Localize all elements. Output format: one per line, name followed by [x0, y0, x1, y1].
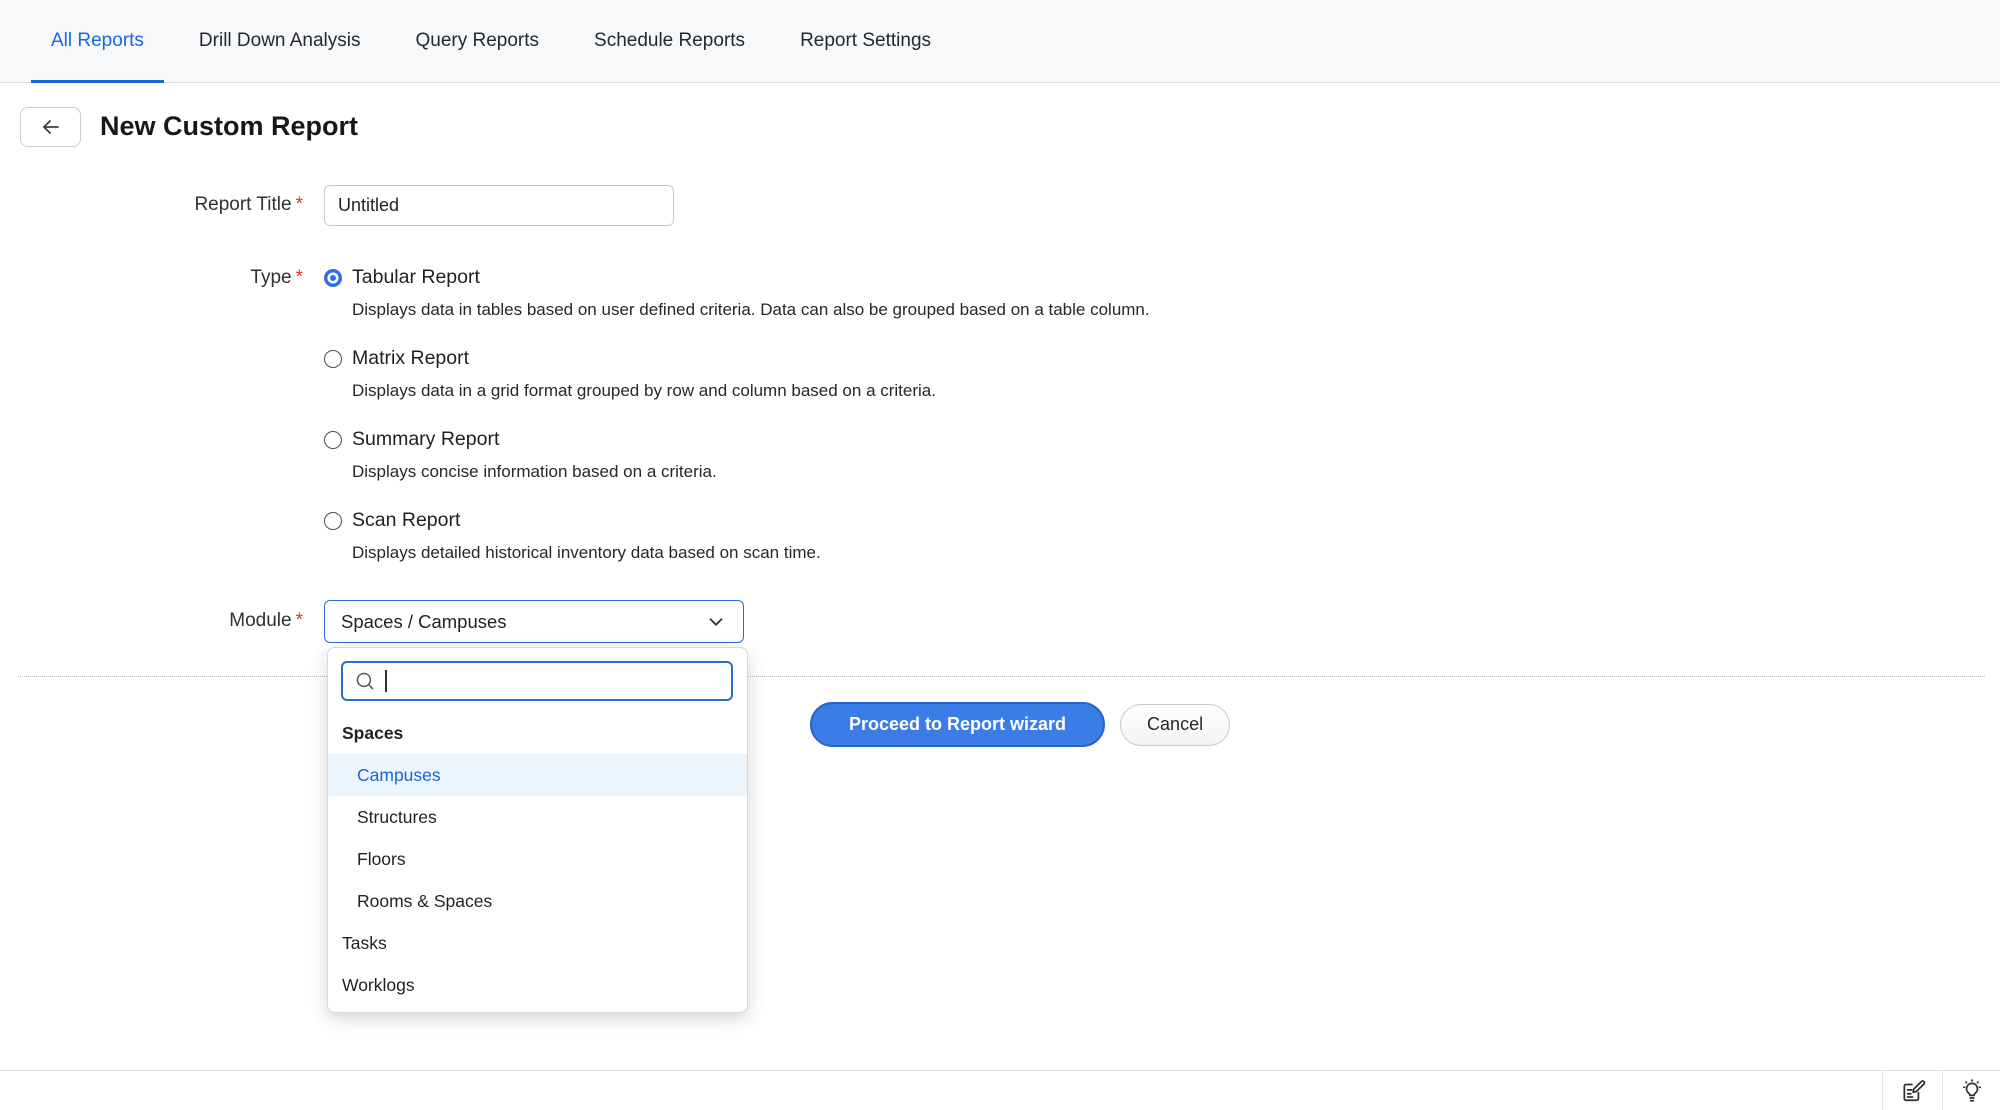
dropdown-option-rooms-spaces[interactable]: Rooms & Spaces — [328, 880, 747, 922]
tab-report-settings[interactable]: Report Settings — [780, 0, 951, 82]
report-title-label-text: Report Title — [194, 194, 291, 215]
tab-drill-down-analysis[interactable]: Drill Down Analysis — [179, 0, 381, 82]
report-title-input[interactable] — [324, 185, 674, 226]
required-asterisk: * — [296, 610, 303, 631]
module-options-list: Spaces Campuses Structures Floors Rooms … — [328, 712, 747, 1006]
type-option-matrix: Matrix Report Displays data in a grid fo… — [324, 347, 1624, 401]
type-label: Type* — [20, 267, 303, 289]
required-asterisk: * — [296, 194, 303, 215]
required-asterisk: * — [296, 267, 303, 288]
type-option-description: Displays detailed historical inventory d… — [352, 543, 1624, 563]
type-option-summary: Summary Report Displays concise informat… — [324, 428, 1624, 482]
dropdown-option-floors[interactable]: Floors — [328, 838, 747, 880]
type-option-name: Matrix Report — [352, 347, 469, 370]
radio-scan-report[interactable]: Scan Report — [324, 509, 1624, 532]
type-option-description: Displays data in tables based on user de… — [352, 300, 1624, 320]
module-selected-value: Spaces / Campuses — [341, 611, 705, 633]
type-option-tabular: Tabular Report Displays data in tables b… — [324, 266, 1624, 320]
module-label-text: Module — [229, 610, 291, 631]
bottom-toolbar — [0, 1070, 2000, 1110]
dropdown-group-worklogs[interactable]: Worklogs — [328, 964, 747, 1006]
feedback-edit-icon — [1900, 1078, 1926, 1104]
search-icon — [353, 669, 378, 694]
radio-unselected-icon[interactable] — [324, 431, 342, 449]
left-arrow-icon — [39, 115, 63, 139]
dropdown-group-spaces[interactable]: Spaces — [328, 712, 747, 754]
type-option-description: Displays concise information based on a … — [352, 462, 1624, 482]
section-divider — [18, 676, 1985, 677]
type-option-name: Summary Report — [352, 428, 499, 451]
cancel-button[interactable]: Cancel — [1120, 704, 1230, 746]
report-type-radio-group: Tabular Report Displays data in tables b… — [324, 266, 1624, 590]
form-actions: Proceed to Report wizard Cancel — [810, 702, 1230, 747]
lightbulb-icon — [1959, 1078, 1985, 1104]
radio-matrix-report[interactable]: Matrix Report — [324, 347, 1624, 370]
dropdown-option-campuses[interactable]: Campuses — [328, 754, 747, 796]
new-custom-report-page: All Reports Drill Down Analysis Query Re… — [0, 0, 2000, 1110]
tab-schedule-reports[interactable]: Schedule Reports — [574, 0, 765, 82]
tips-button[interactable] — [1942, 1071, 2000, 1110]
back-button[interactable] — [20, 107, 81, 147]
module-select[interactable]: Spaces / Campuses — [324, 600, 744, 643]
dropdown-group-tasks[interactable]: Tasks — [328, 922, 747, 964]
module-dropdown-panel: Spaces Campuses Structures Floors Rooms … — [327, 647, 748, 1013]
tab-query-reports[interactable]: Query Reports — [395, 0, 559, 82]
chevron-down-icon — [705, 611, 727, 633]
type-label-text: Type — [250, 267, 291, 288]
type-option-scan: Scan Report Displays detailed historical… — [324, 509, 1624, 563]
type-option-name: Scan Report — [352, 509, 460, 532]
module-label: Module* — [20, 610, 303, 632]
radio-selected-icon[interactable] — [324, 269, 342, 287]
type-option-description: Displays data in a grid format grouped b… — [352, 381, 1624, 401]
dropdown-option-structures[interactable]: Structures — [328, 796, 747, 838]
report-tabs-bar: All Reports Drill Down Analysis Query Re… — [0, 0, 2000, 83]
feedback-button[interactable] — [1882, 1071, 1942, 1110]
report-title-label: Report Title* — [20, 194, 303, 216]
module-search-input[interactable] — [387, 663, 721, 699]
tab-all-reports[interactable]: All Reports — [31, 0, 164, 82]
radio-summary-report[interactable]: Summary Report — [324, 428, 1624, 451]
radio-tabular-report[interactable]: Tabular Report — [324, 266, 1624, 289]
type-option-name: Tabular Report — [352, 266, 480, 289]
module-search-box[interactable] — [341, 661, 733, 701]
radio-unselected-icon[interactable] — [324, 350, 342, 368]
page-title: New Custom Report — [100, 111, 358, 142]
radio-unselected-icon[interactable] — [324, 512, 342, 530]
proceed-to-report-wizard-button[interactable]: Proceed to Report wizard — [810, 702, 1105, 747]
